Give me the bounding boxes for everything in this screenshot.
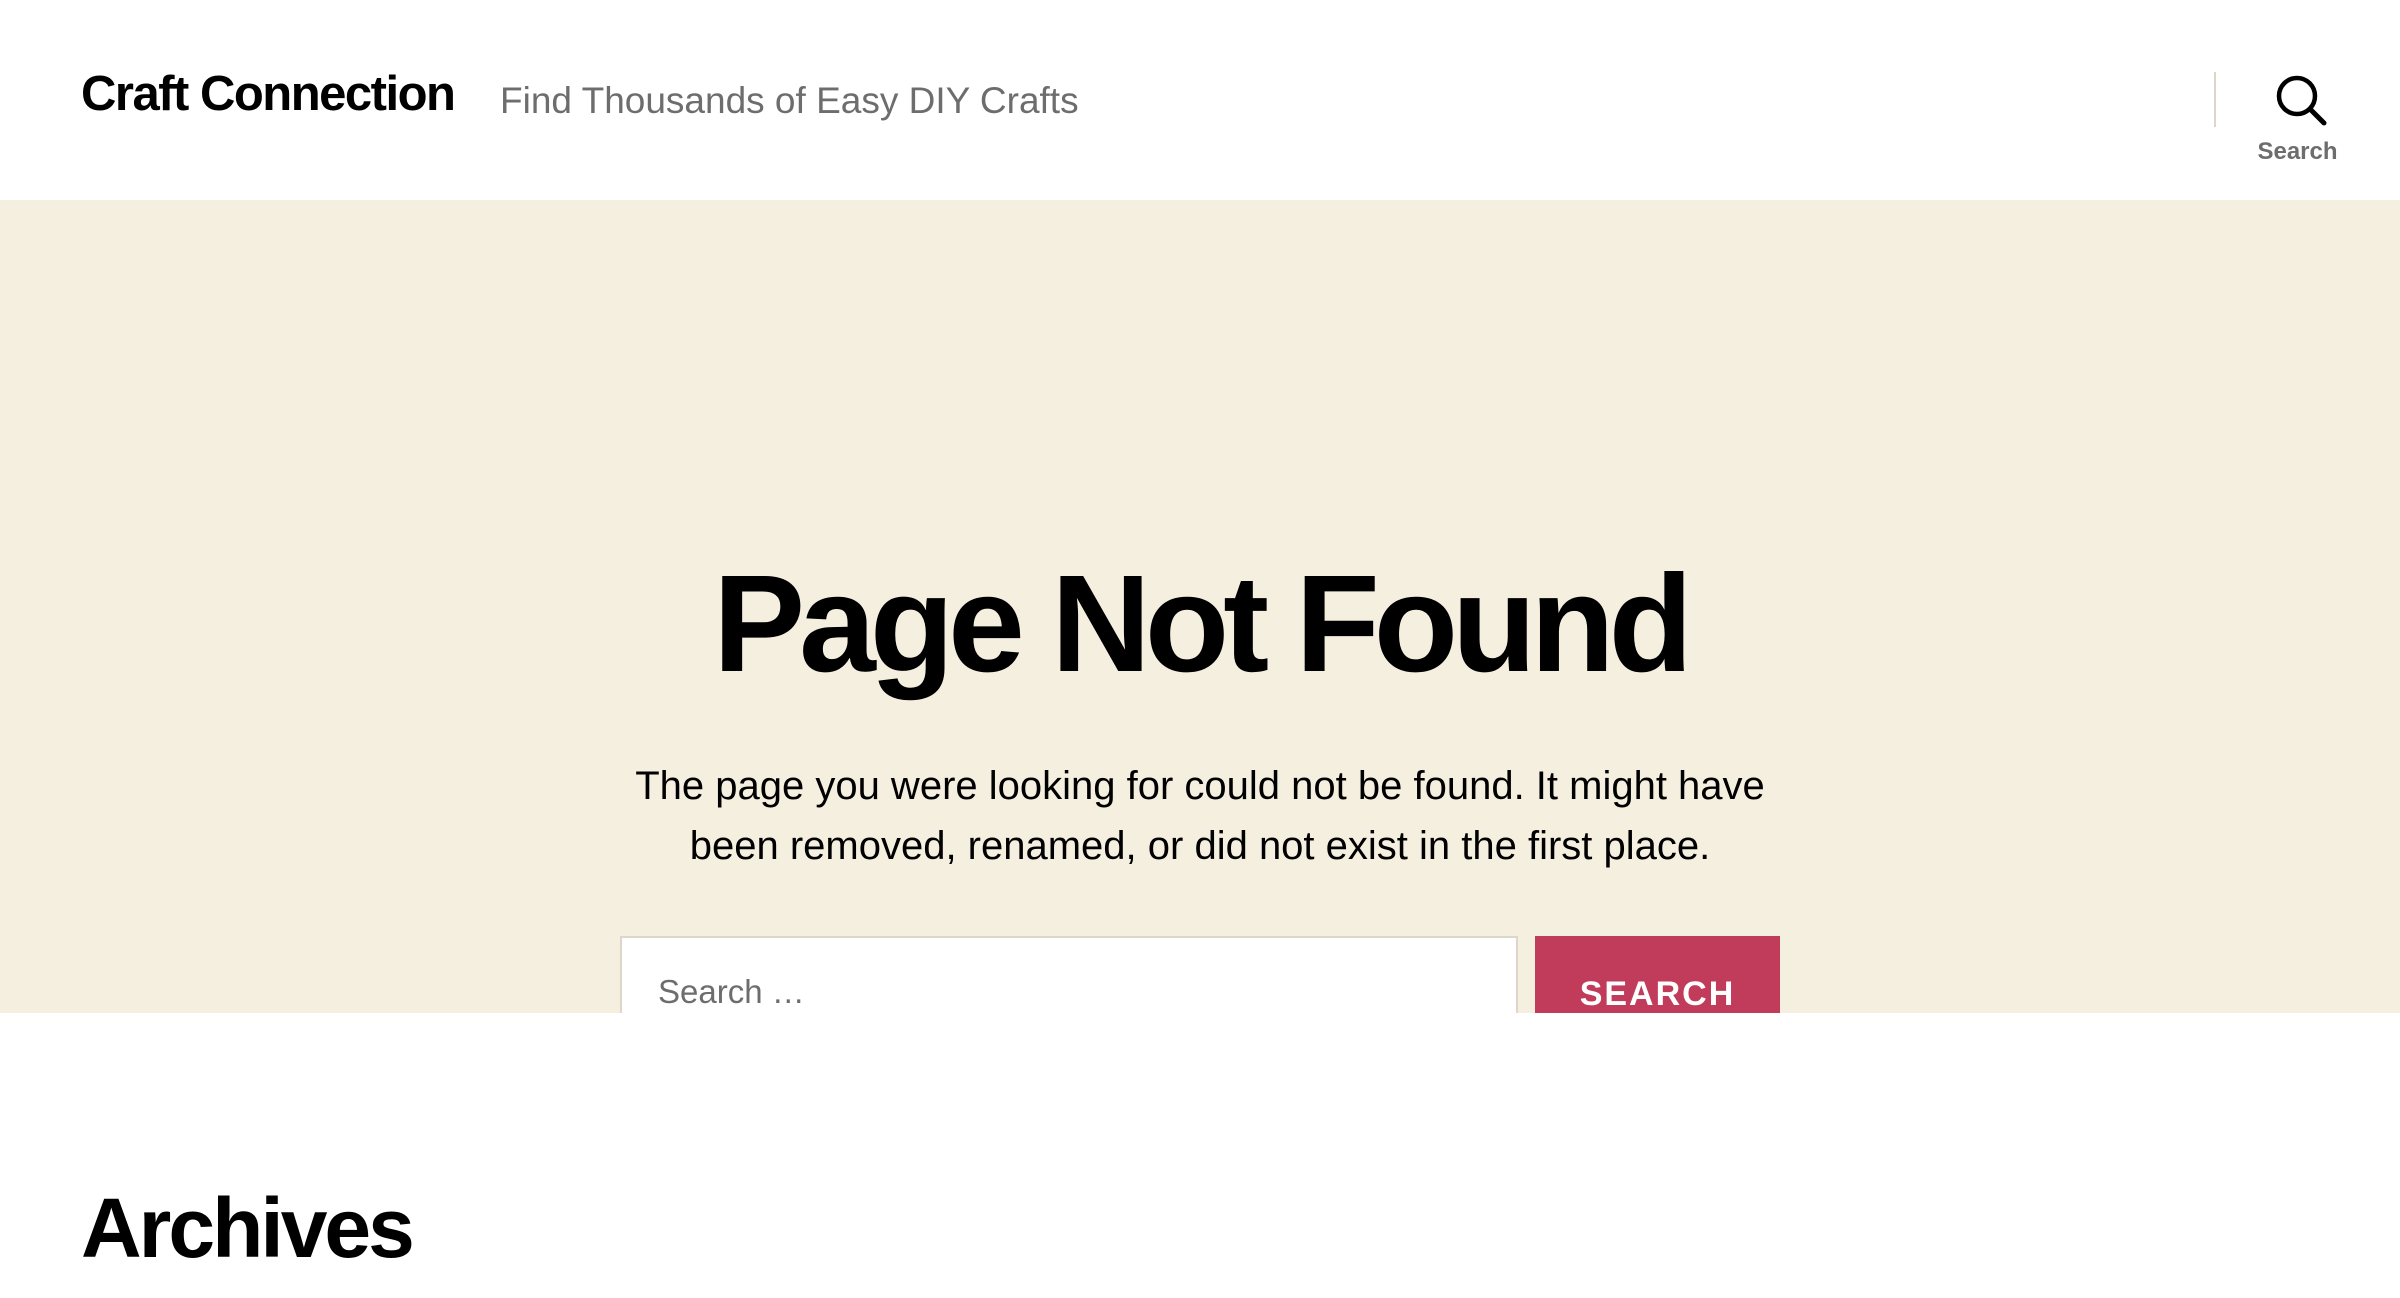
not-found-message: The page you were looking for could not … <box>635 764 1765 868</box>
header-divider <box>2214 72 2216 127</box>
search-toggle-label: Search <box>2257 138 2338 165</box>
site-title[interactable]: Craft Connection <box>81 66 456 122</box>
search-icon <box>2276 75 2327 126</box>
site-tagline: Find Thousands of Easy DIY Crafts <box>500 80 1079 121</box>
site-header: Craft Connection Find Thousands of Easy … <box>0 0 2400 200</box>
not-found-hero: Page Not Found The page you were looking… <box>0 200 2400 1052</box>
archives-heading: Archives <box>81 1181 415 1275</box>
archives-section: Archives <box>0 1013 2400 1298</box>
page-title: Page Not Found <box>713 547 1693 701</box>
search-toggle-button[interactable]: Search <box>2240 62 2355 172</box>
